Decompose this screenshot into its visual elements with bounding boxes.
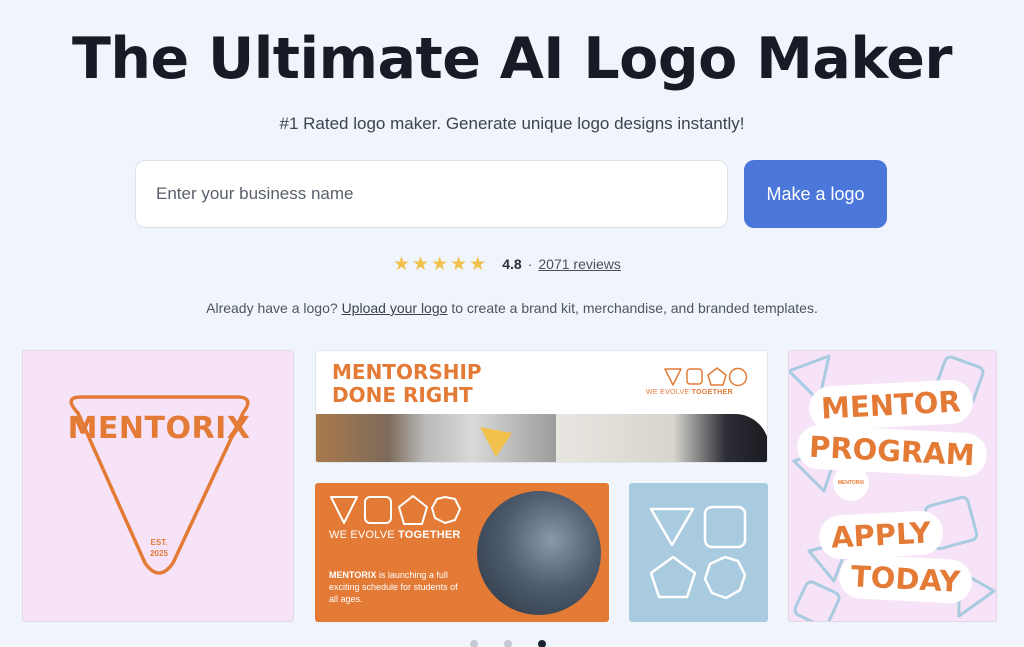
promo-tag-prefix: WE EVOLVE: [329, 529, 395, 541]
page-subtitle: #1 Rated logo maker. Generate unique log…: [279, 114, 745, 133]
star-icon: ★: [393, 253, 411, 275]
star-icon: ★: [412, 253, 430, 275]
est-year: 2025: [150, 549, 168, 558]
headline-today: TODAY: [837, 553, 974, 605]
page-title: The Ultimate AI Logo Maker: [72, 26, 952, 92]
star-icon: ★: [469, 253, 487, 275]
gallery-card-promo[interactable]: WE EVOLVE TOGETHER MENTORIX is launching…: [315, 483, 609, 622]
star-icon: ★: [431, 253, 449, 275]
est-line: EST.: [150, 538, 168, 547]
promo-body: MENTORIX is launching a full exciting sc…: [329, 569, 469, 605]
shapes-logo-icon: [330, 495, 461, 525]
gallery-card-mentorship-banner[interactable]: MENTORSHIP DONE RIGHT WE EVOLVE TOGETHER: [315, 350, 768, 463]
est-label: EST. 2025: [23, 537, 293, 559]
business-name-input[interactable]: [136, 161, 727, 227]
banner-title: MENTORSHIP DONE RIGHT: [332, 361, 482, 407]
promo-photo: [477, 491, 601, 615]
headline-mentor: MENTOR: [807, 378, 974, 432]
upload-logo-link[interactable]: Upload your logo: [342, 300, 448, 316]
rating-separator: ·: [527, 256, 533, 272]
upload-suffix: to create a brand kit, merchandise, and …: [451, 300, 818, 316]
upload-prefix: Already have a logo?: [206, 300, 338, 316]
rating-stars: ★ ★ ★ ★ ★: [393, 255, 486, 274]
sticky-note-icon: [480, 427, 512, 457]
upload-prompt: Already have a logo? Upload your logo to…: [0, 300, 1024, 316]
pager-dot[interactable]: [504, 640, 512, 647]
triangle-logo-icon: [69, 395, 250, 575]
promo-tag-bold: TOGETHER: [398, 529, 461, 541]
pager-dot-active[interactable]: [538, 640, 546, 647]
business-name-field-wrapper: [135, 160, 728, 228]
banner-tag-prefix: WE EVOLVE: [646, 389, 690, 396]
promo-tagline: WE EVOLVE TOGETHER: [329, 529, 461, 541]
gallery-card-mentorix-logo[interactable]: MENTORIX EST. 2025: [22, 350, 294, 622]
make-logo-button[interactable]: Make a logo: [744, 160, 887, 228]
banner-tagline: WE EVOLVE TOGETHER: [646, 389, 733, 396]
shapes-logo-icon: [664, 367, 748, 387]
brand-name: MENTORIX: [67, 411, 251, 446]
banner-title-line2: DONE RIGHT: [332, 383, 473, 407]
banner-photo-left: [316, 414, 556, 462]
banner-tag-bold: TOGETHER: [691, 389, 733, 396]
gallery-card-shapes[interactable]: [629, 483, 768, 622]
badge-label: MENTORIX: [837, 480, 865, 486]
gallery-card-mentor-program[interactable]: MENTOR PROGRAM MENTORIX APPLY TODAY: [788, 350, 997, 622]
promo-body-brand: MENTORIX: [329, 570, 377, 580]
star-icon: ★: [450, 253, 468, 275]
banner-title-line1: MENTORSHIP: [332, 360, 482, 384]
headline-apply: APPLY: [817, 509, 944, 561]
shapes-grid-icon: [649, 505, 747, 600]
reviews-link[interactable]: 2071 reviews: [538, 256, 621, 272]
pager-dot[interactable]: [470, 640, 478, 647]
banner-photo-right: [556, 414, 767, 462]
carousel-pager: [470, 640, 546, 647]
rating-value: 4.8: [502, 256, 522, 272]
rating-summary: ★ ★ ★ ★ ★ 4.8 · 2071 reviews: [393, 254, 621, 274]
mentorix-badge: MENTORIX: [833, 465, 869, 501]
